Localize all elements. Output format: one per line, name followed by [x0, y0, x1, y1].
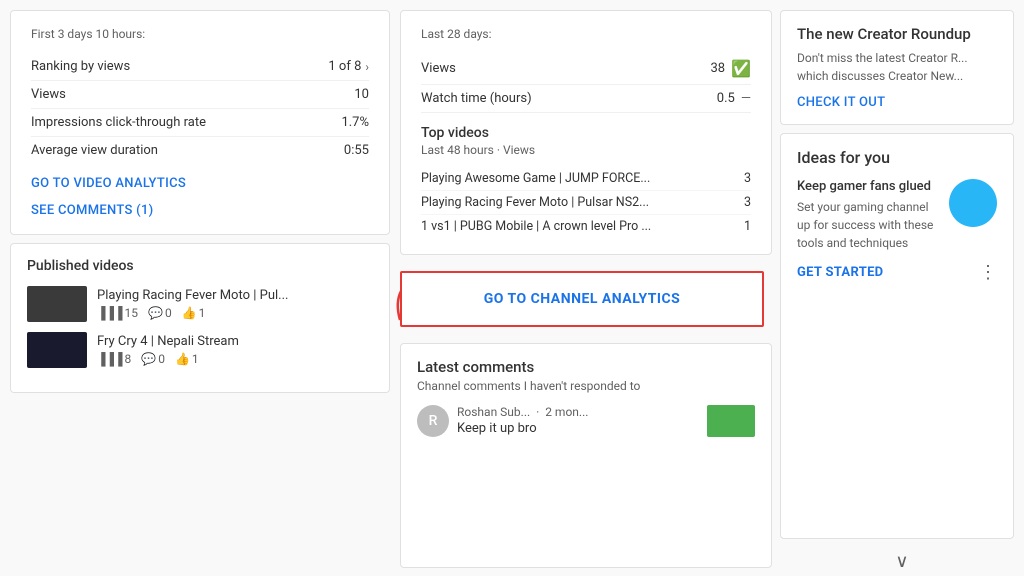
- like-icon-1: 👍: [182, 306, 197, 320]
- more-options-icon[interactable]: ⋮: [979, 262, 997, 283]
- latest-comments-subtitle: Channel comments I haven't responded to: [417, 379, 755, 393]
- stat-row-ranking: Ranking by views 1 of 8 ›: [31, 53, 369, 81]
- ideas-footer: GET STARTED ⋮: [797, 262, 997, 283]
- top-video-count-3: 1: [744, 219, 751, 234]
- top-video-name-1: Playing Awesome Game | JUMP FORCE...: [421, 171, 736, 186]
- published-videos-title: Published videos: [27, 258, 373, 274]
- video-stats-2: ▐▐▐ 8 💬 0 👍 1: [97, 352, 373, 366]
- comment-body-1: Roshan Sub... · 2 mon... Keep it up bro: [457, 405, 699, 436]
- top-video-row-3: 1 vs1 | PUBG Mobile | A crown level Pro …: [421, 215, 751, 238]
- channel-stats-card: Last 28 days: Views 38 ✅ Watch time (hou…: [400, 10, 772, 255]
- like-icon-2: 👍: [175, 352, 190, 366]
- views-stat-1: ▐▐▐ 15: [97, 306, 138, 320]
- likes-stat-2: 👍 1: [175, 352, 199, 366]
- top-video-name-2: Playing Racing Fever Moto | Pulsar NS2..…: [421, 195, 736, 210]
- roundup-title: The new Creator Roundup: [797, 25, 997, 43]
- ctr-label: Impressions click-through rate: [31, 115, 206, 130]
- top-video-row-1: Playing Awesome Game | JUMP FORCE... 3: [421, 167, 751, 191]
- watch-time-row: Watch time (hours) 0.5 —: [421, 85, 751, 113]
- check-icon: ✅: [731, 59, 751, 78]
- top-videos-title: Top videos: [421, 125, 751, 141]
- bar-icon-2: ▐▐▐: [97, 352, 123, 366]
- roundup-description: Don't miss the latest Creator R... which…: [797, 49, 997, 85]
- top-videos-subtitle: Last 48 hours · Views: [421, 143, 751, 157]
- watch-time-value: 0.5 —: [717, 91, 751, 106]
- creator-roundup-card: The new Creator Roundup Don't miss the l…: [780, 10, 1014, 125]
- comment-item-1: R Roshan Sub... · 2 mon... Keep it up br…: [417, 405, 755, 437]
- video-title-2: Fry Cry 4 | Nepali Stream: [97, 334, 297, 349]
- get-started-link[interactable]: GET STARTED: [797, 265, 883, 280]
- ctr-value: 1.7%: [341, 115, 369, 130]
- published-videos-card: Published videos Playing Racing Fever Mo…: [10, 243, 390, 393]
- right-panel: The new Creator Roundup Don't miss the l…: [780, 0, 1024, 576]
- bar-icon-1: ▐▐▐: [97, 306, 123, 320]
- video-info-2: Fry Cry 4 | Nepali Stream ▐▐▐ 8 💬 0 👍: [97, 334, 373, 366]
- top-video-name-3: 1 vs1 | PUBG Mobile | A crown level Pro …: [421, 219, 736, 234]
- video-thumb-1: [27, 286, 87, 322]
- latest-comments-title: Latest comments: [417, 358, 755, 376]
- comment-thumb-1: [707, 405, 755, 437]
- analytics-card: First 3 days 10 hours: Ranking by views …: [10, 10, 390, 235]
- channel-views-label: Views: [421, 61, 456, 76]
- video-info-1: Playing Racing Fever Moto | Pul... ▐▐▐ 1…: [97, 288, 373, 320]
- check-it-out-link[interactable]: CHECK IT OUT: [797, 95, 997, 110]
- likes-stat-1: 👍 1: [182, 306, 206, 320]
- top-video-row-2: Playing Racing Fever Moto | Pulsar NS2..…: [421, 191, 751, 215]
- comment-icon-2: 💬: [141, 352, 156, 366]
- latest-comments-card: Latest comments Channel comments I haven…: [400, 343, 772, 568]
- comments-stat-1: 💬 0: [148, 306, 172, 320]
- duration-value: 0:55: [344, 143, 369, 158]
- idea-item-1: Keep gamer fans glued Set your gaming ch…: [797, 179, 997, 252]
- channel-analytics-wrapper: GO TO CHANNEL ANALYTICS: [400, 263, 772, 335]
- top-video-count-1: 3: [744, 171, 751, 186]
- idea-text-1: Keep gamer fans glued Set your gaming ch…: [797, 179, 939, 252]
- middle-panel: Last 28 days: Views 38 ✅ Watch time (hou…: [400, 0, 780, 576]
- stat-row-views: Views 10: [31, 81, 369, 109]
- video-thumb-2: [27, 332, 87, 368]
- ranking-value: 1 of 8 ›: [328, 59, 369, 74]
- video-item-1: Playing Racing Fever Moto | Pul... ▐▐▐ 1…: [27, 286, 373, 322]
- analytics-card-title: First 3 days 10 hours:: [31, 27, 369, 41]
- see-comments-link[interactable]: SEE COMMENTS (1): [31, 203, 369, 218]
- comment-author-1: Roshan Sub... · 2 mon...: [457, 405, 699, 419]
- idea-item-desc-1: Set your gaming channel up for success w…: [797, 198, 939, 252]
- comment-text-1: Keep it up bro: [457, 421, 699, 436]
- watch-time-label: Watch time (hours): [421, 91, 532, 106]
- idea-item-title-1: Keep gamer fans glued: [797, 179, 939, 194]
- channel-views-row: Views 38 ✅: [421, 53, 751, 85]
- go-to-channel-analytics-button[interactable]: GO TO CHANNEL ANALYTICS: [400, 271, 764, 327]
- left-panel: First 3 days 10 hours: Ranking by views …: [0, 0, 400, 576]
- dash-icon: —: [741, 91, 751, 106]
- stat-row-duration: Average view duration 0:55: [31, 137, 369, 164]
- views-label: Views: [31, 87, 66, 102]
- idea-icon-1: [949, 179, 997, 227]
- channel-views-value: 38 ✅: [710, 59, 751, 78]
- top-videos-section: Top videos Last 48 hours · Views Playing…: [421, 125, 751, 238]
- video-title-1: Playing Racing Fever Moto | Pul...: [97, 288, 297, 303]
- ideas-card: Ideas for you Keep gamer fans glued Set …: [780, 133, 1014, 539]
- duration-label: Average view duration: [31, 143, 158, 158]
- top-video-count-2: 3: [744, 195, 751, 210]
- ranking-label: Ranking by views: [31, 59, 130, 74]
- channel-analytics-label: GO TO CHANNEL ANALYTICS: [484, 291, 681, 307]
- ranking-arrow-icon: ›: [365, 60, 369, 74]
- stat-row-ctr: Impressions click-through rate 1.7%: [31, 109, 369, 137]
- video-item-2: Fry Cry 4 | Nepali Stream ▐▐▐ 8 💬 0 👍: [27, 332, 373, 368]
- go-to-video-analytics-link[interactable]: GO TO VIDEO ANALYTICS: [31, 176, 369, 191]
- views-value: 10: [354, 87, 369, 102]
- ideas-title: Ideas for you: [797, 148, 997, 167]
- views-stat-2: ▐▐▐ 8: [97, 352, 131, 366]
- chevron-down-icon[interactable]: ∨: [780, 547, 1024, 576]
- period-label: Last 28 days:: [421, 27, 751, 41]
- comments-stat-2: 💬 0: [141, 352, 165, 366]
- comment-icon-1: 💬: [148, 306, 163, 320]
- comment-avatar-1: R: [417, 405, 449, 437]
- video-stats-1: ▐▐▐ 15 💬 0 👍 1: [97, 306, 373, 320]
